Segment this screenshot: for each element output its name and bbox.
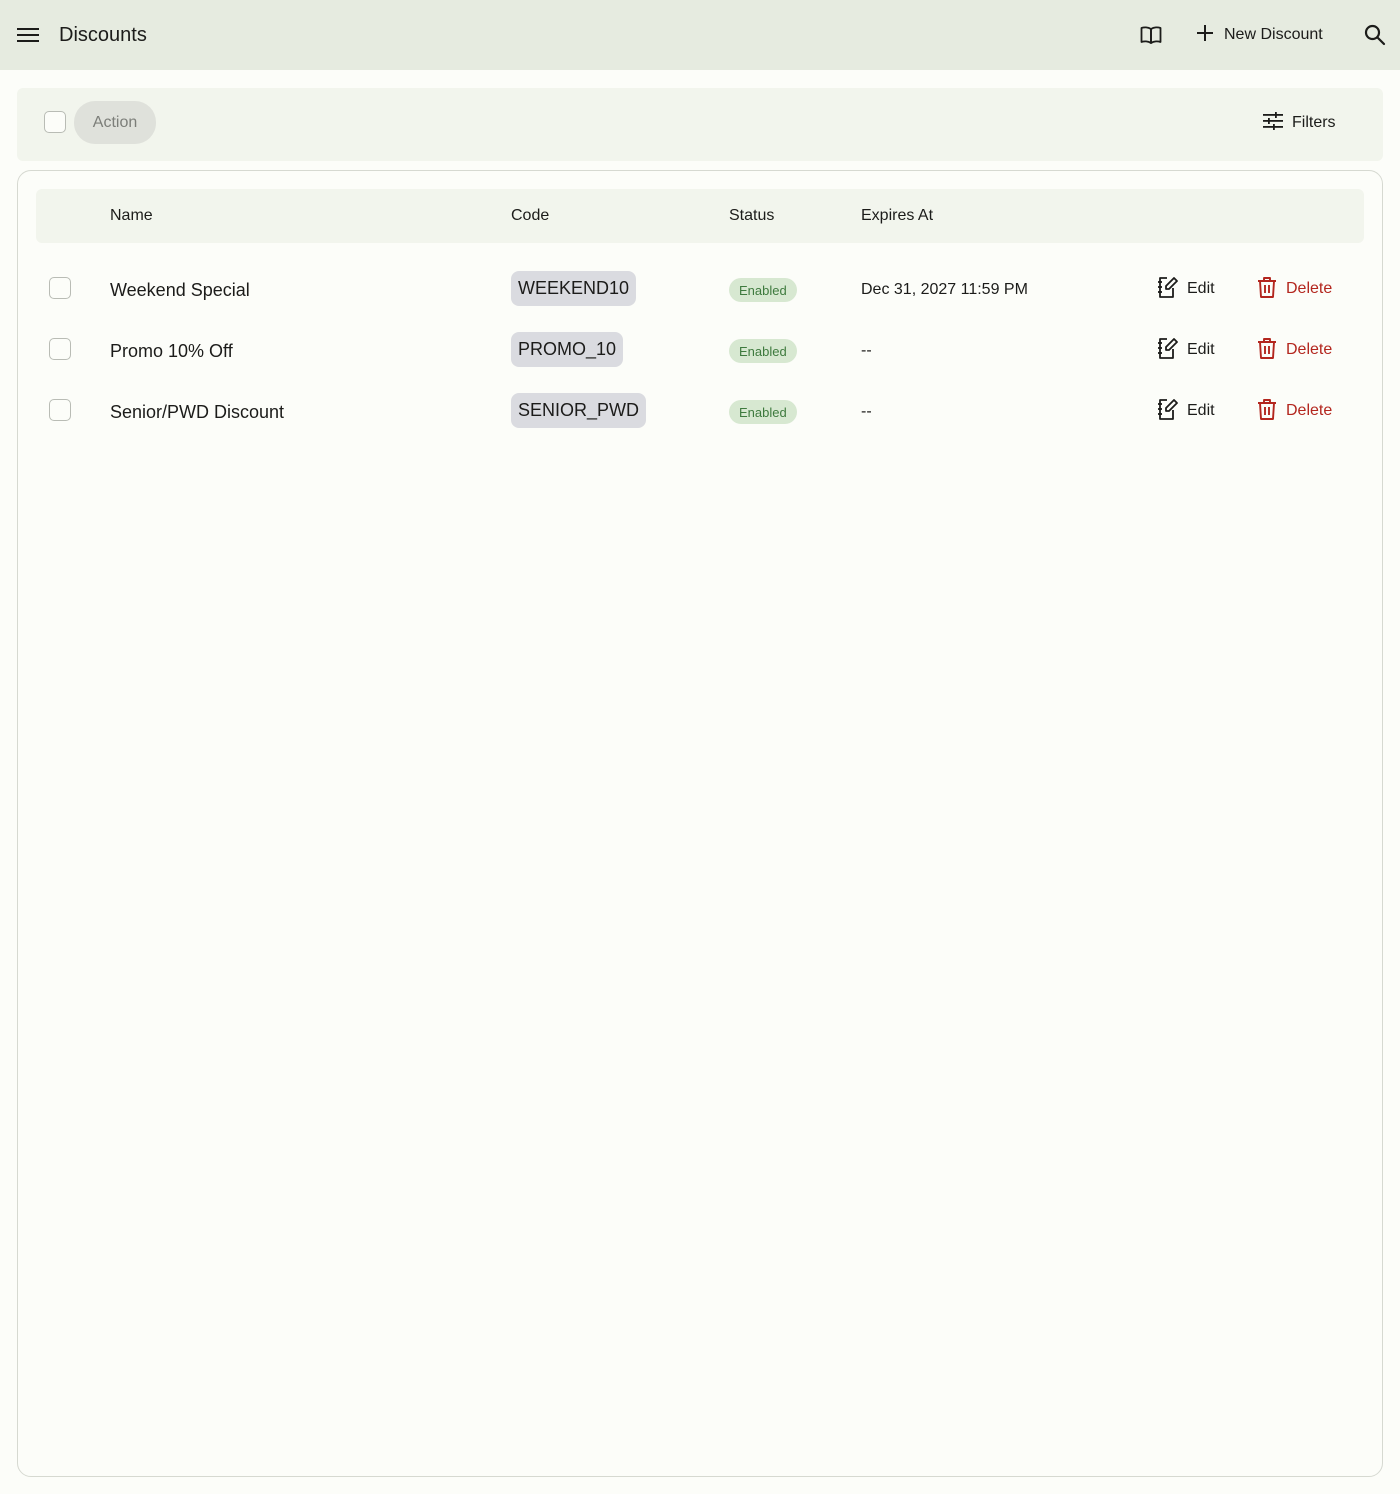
status-badge: Enabled <box>729 400 797 424</box>
page-title: Discounts <box>59 24 147 46</box>
edit-label: Edit <box>1187 280 1215 297</box>
search-icon[interactable] <box>1361 21 1389 49</box>
tune-sliders-icon <box>1263 111 1283 135</box>
edit-note-icon <box>1156 397 1178 426</box>
delete-label: Delete <box>1286 341 1333 358</box>
filters-label: Filters <box>1292 114 1336 131</box>
select-all-checkbox[interactable] <box>44 111 66 133</box>
edit-label: Edit <box>1187 402 1215 419</box>
discount-name: Weekend Special <box>110 280 250 300</box>
new-discount-button[interactable]: New Discount <box>1196 20 1323 50</box>
column-header-status[interactable]: Status <box>729 206 774 226</box>
row-checkbox[interactable] <box>49 338 71 360</box>
table-row[interactable]: Senior/PWD Discount SENIOR_PWD Enabled -… <box>18 381 1384 442</box>
hamburger-menu-icon[interactable] <box>14 22 42 48</box>
trash-icon <box>1257 337 1277 364</box>
discount-name: Senior/PWD Discount <box>110 402 285 422</box>
status-badge: Enabled <box>729 278 797 302</box>
edit-note-icon <box>1156 336 1178 365</box>
plus-icon <box>1196 24 1214 47</box>
list-toolbar: Action Filters <box>17 88 1383 161</box>
delete-label: Delete <box>1286 402 1333 419</box>
expires-at: Dec 31, 2027 11:59 PM <box>861 281 1028 298</box>
delete-button[interactable]: Delete <box>1257 276 1332 302</box>
open-book-icon[interactable] <box>1137 22 1165 48</box>
delete-button[interactable]: Delete <box>1257 398 1332 424</box>
trash-icon <box>1257 398 1277 425</box>
row-checkbox[interactable] <box>49 277 71 299</box>
discounts-table: Name Code Status Expires At Weekend Spec… <box>17 170 1383 1477</box>
column-header-name[interactable]: Name <box>110 206 153 226</box>
edit-note-icon <box>1156 275 1178 304</box>
trash-icon <box>1257 276 1277 303</box>
status-badge: Enabled <box>729 339 797 363</box>
code-chip: WEEKEND10 <box>511 271 637 306</box>
delete-button[interactable]: Delete <box>1257 337 1332 363</box>
row-checkbox[interactable] <box>49 399 71 421</box>
edit-button[interactable]: Edit <box>1156 398 1215 424</box>
edit-button[interactable]: Edit <box>1156 276 1215 302</box>
column-header-expires-at[interactable]: Expires At <box>861 206 933 226</box>
table-header: Name Code Status Expires At <box>36 189 1364 243</box>
code-chip: SENIOR_PWD <box>511 393 647 428</box>
top-app-bar: Discounts New Discount <box>0 0 1400 70</box>
edit-button[interactable]: Edit <box>1156 337 1215 363</box>
action-button[interactable]: Action <box>74 101 156 144</box>
new-discount-label: New Discount <box>1224 26 1323 43</box>
expires-at: -- <box>861 342 872 359</box>
filters-button[interactable]: Filters <box>1263 108 1336 138</box>
table-row[interactable]: Promo 10% Off PROMO_10 Enabled -- Edit D… <box>18 320 1384 381</box>
code-chip: PROMO_10 <box>511 332 624 367</box>
edit-label: Edit <box>1187 341 1215 358</box>
table-row[interactable]: Weekend Special WEEKEND10 Enabled Dec 31… <box>18 259 1384 320</box>
delete-label: Delete <box>1286 280 1333 297</box>
expires-at: -- <box>861 403 872 420</box>
column-header-code[interactable]: Code <box>511 206 549 226</box>
discount-name: Promo 10% Off <box>110 341 233 361</box>
